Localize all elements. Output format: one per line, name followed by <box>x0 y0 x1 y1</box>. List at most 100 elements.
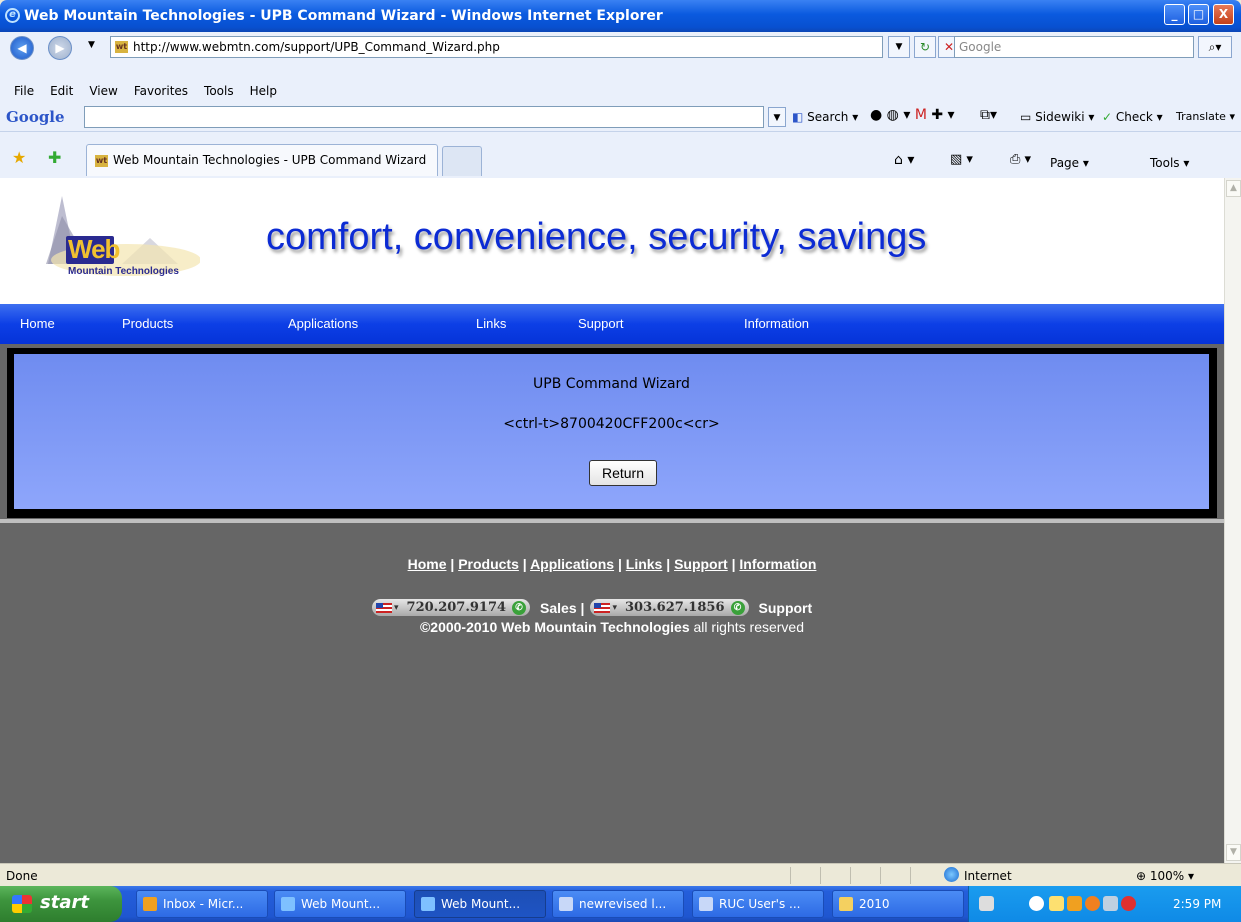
nav-information[interactable]: Information <box>744 316 809 331</box>
site-slogan: comfort, convenience, security, savings <box>266 216 927 258</box>
google-search-dropdown-icon[interactable]: ▼ <box>768 107 786 127</box>
favorites-star-icon[interactable]: ★ <box>12 148 26 167</box>
window-title: Web Mountain Technologies - UPB Command … <box>24 8 663 24</box>
status-text: Done <box>6 869 38 883</box>
internet-globe-icon <box>944 867 959 882</box>
close-button[interactable]: X <box>1213 4 1234 25</box>
zoom-value: 100% <box>1149 869 1185 883</box>
security-icon[interactable] <box>1121 896 1136 911</box>
footer-link-home[interactable]: Home <box>408 556 447 572</box>
menu-help[interactable]: Help <box>242 84 285 98</box>
sidewiki-button[interactable]: ▭ Sidewiki ▾ <box>1020 110 1094 124</box>
dropdown-icon: ▾ <box>612 602 617 613</box>
footer-divider <box>0 519 1224 523</box>
site-header: Web Mountain Technologies comfort, conve… <box>0 178 1224 304</box>
tools-menu[interactable]: Tools ▾ <box>1150 156 1189 170</box>
support-label: Support <box>758 599 813 616</box>
nav-support[interactable]: Support <box>578 316 624 331</box>
footer-link-applications[interactable]: Applications <box>530 556 614 572</box>
nav-products[interactable]: Products <box>122 316 173 331</box>
footer-link-links[interactable]: Links <box>626 556 663 572</box>
help-icon[interactable] <box>979 896 994 911</box>
start-button[interactable]: start <box>0 886 122 922</box>
forward-button[interactable]: ▶ <box>48 36 72 60</box>
ie-icon: e <box>5 8 20 23</box>
tab-active[interactable]: wt Web Mountain Technologies - UPB Comma… <box>86 144 438 176</box>
task-ie-2[interactable]: Web Mount... <box>414 890 546 918</box>
task-word-2[interactable]: RUC User's ... <box>692 890 824 918</box>
tab-bar: ★ ✚ wt Web Mountain Technologies - UPB C… <box>0 132 1241 178</box>
tray-expand-icon[interactable] <box>1029 896 1044 911</box>
call-icon[interactable]: ✆ <box>512 600 527 615</box>
task-label: newrevised l... <box>579 897 667 911</box>
support-phone-badge[interactable]: ▾ 303.627.1856 ✆ <box>590 599 749 616</box>
vertical-scrollbar[interactable]: ▲ ▼ <box>1224 178 1241 863</box>
nav-links[interactable]: Links <box>476 316 506 331</box>
translate-button[interactable]: Translate ▾ <box>1176 110 1235 123</box>
tray-app-icon[interactable] <box>1085 896 1100 911</box>
menu-edit[interactable]: Edit <box>42 84 81 98</box>
copyright-years: ©2000-2010 <box>419 619 498 635</box>
clock: 2:59 PM <box>1173 897 1222 911</box>
word-icon <box>699 897 713 911</box>
home-icon[interactable]: ⌂ ▾ <box>894 152 914 168</box>
google-search-button[interactable]: ◧ Search ▾ <box>792 110 858 124</box>
us-flag-icon <box>376 602 392 613</box>
search-input[interactable]: Google <box>954 36 1194 58</box>
mail-icon[interactable] <box>1049 896 1064 911</box>
sales-phone-badge[interactable]: ▾ 720.207.9174 ✆ <box>372 599 531 616</box>
recent-pages-dropdown-icon[interactable]: ▼ <box>88 40 95 50</box>
new-tab-button[interactable] <box>442 146 482 176</box>
google-search-input[interactable] <box>84 106 764 128</box>
task-word-1[interactable]: newrevised l... <box>552 890 684 918</box>
site-nav: Home Products Applications Links Support… <box>0 304 1224 344</box>
security-zone: Internet <box>964 869 1012 883</box>
footer-link-support[interactable]: Support <box>674 556 728 572</box>
nav-applications[interactable]: Applications <box>288 316 358 331</box>
zoom-level[interactable]: ⊕ 100% ▾ <box>1136 869 1194 883</box>
spellcheck-label: Check ▾ <box>1115 110 1163 124</box>
toolbar-misc-icons[interactable]: ● ◍ ▾ M ✚ ▾ <box>870 107 955 123</box>
page-menu[interactable]: Page ▾ <box>1050 156 1089 170</box>
spellcheck-button[interactable]: ✓ Check ▾ <box>1102 110 1163 124</box>
google-toolbar: Google ▼ ◧ Search ▾ ● ◍ ▾ M ✚ ▾ ⧉▾ ▭ Sid… <box>0 102 1241 132</box>
nav-home[interactable]: Home <box>20 316 55 331</box>
back-button[interactable]: ◀ <box>10 36 34 60</box>
ie-icon <box>281 897 295 911</box>
address-dropdown-button[interactable]: ▼ <box>888 36 910 58</box>
logo-web-text: Web <box>68 234 120 264</box>
maximize-button[interactable]: □ <box>1188 4 1209 25</box>
task-label: RUC User's ... <box>719 897 801 911</box>
network-icon[interactable] <box>1103 896 1118 911</box>
outlook-icon <box>143 897 157 911</box>
popup-blocker-icon[interactable]: ⧉▾ <box>980 107 997 123</box>
minimize-button[interactable]: _ <box>1164 4 1185 25</box>
footer-link-information[interactable]: Information <box>739 556 816 572</box>
footer-link-products[interactable]: Products <box>458 556 519 572</box>
window-titlebar[interactable]: e Web Mountain Technologies - UPB Comman… <box>0 0 1241 32</box>
address-bar[interactable]: wt http://www.webmtn.com/support/UPB_Com… <box>110 36 883 58</box>
scroll-down-icon[interactable]: ▼ <box>1226 844 1241 861</box>
us-flag-icon <box>594 602 611 613</box>
taskbar: start Inbox - Micr... Web Mount... Web M… <box>0 886 1241 922</box>
status-cell <box>790 867 820 884</box>
menu-favorites[interactable]: Favorites <box>126 84 196 98</box>
outlook-reminder-icon[interactable] <box>1067 896 1082 911</box>
search-icon[interactable]: ⌕▾ <box>1198 36 1232 58</box>
feeds-icon[interactable]: ▧ ▾ <box>950 152 973 167</box>
task-ie-1[interactable]: Web Mount... <box>274 890 406 918</box>
scroll-up-icon[interactable]: ▲ <box>1226 180 1241 197</box>
print-icon[interactable]: ⎙ ▾ <box>1010 152 1031 167</box>
return-button[interactable]: Return <box>589 460 657 486</box>
task-outlook[interactable]: Inbox - Micr... <box>136 890 268 918</box>
task-folder[interactable]: 2010 <box>832 890 964 918</box>
call-icon[interactable]: ✆ <box>730 600 745 615</box>
menu-tools[interactable]: Tools <box>196 84 242 98</box>
menu-bar: File Edit View Favorites Tools Help <box>0 80 1241 102</box>
refresh-button[interactable]: ↻ <box>914 36 936 58</box>
menu-view[interactable]: View <box>81 84 125 98</box>
wizard-title: UPB Command Wizard <box>533 376 690 392</box>
site-logo[interactable]: Web Mountain Technologies <box>46 186 201 282</box>
menu-file[interactable]: File <box>6 84 42 98</box>
add-favorite-icon[interactable]: ✚ <box>48 148 61 167</box>
